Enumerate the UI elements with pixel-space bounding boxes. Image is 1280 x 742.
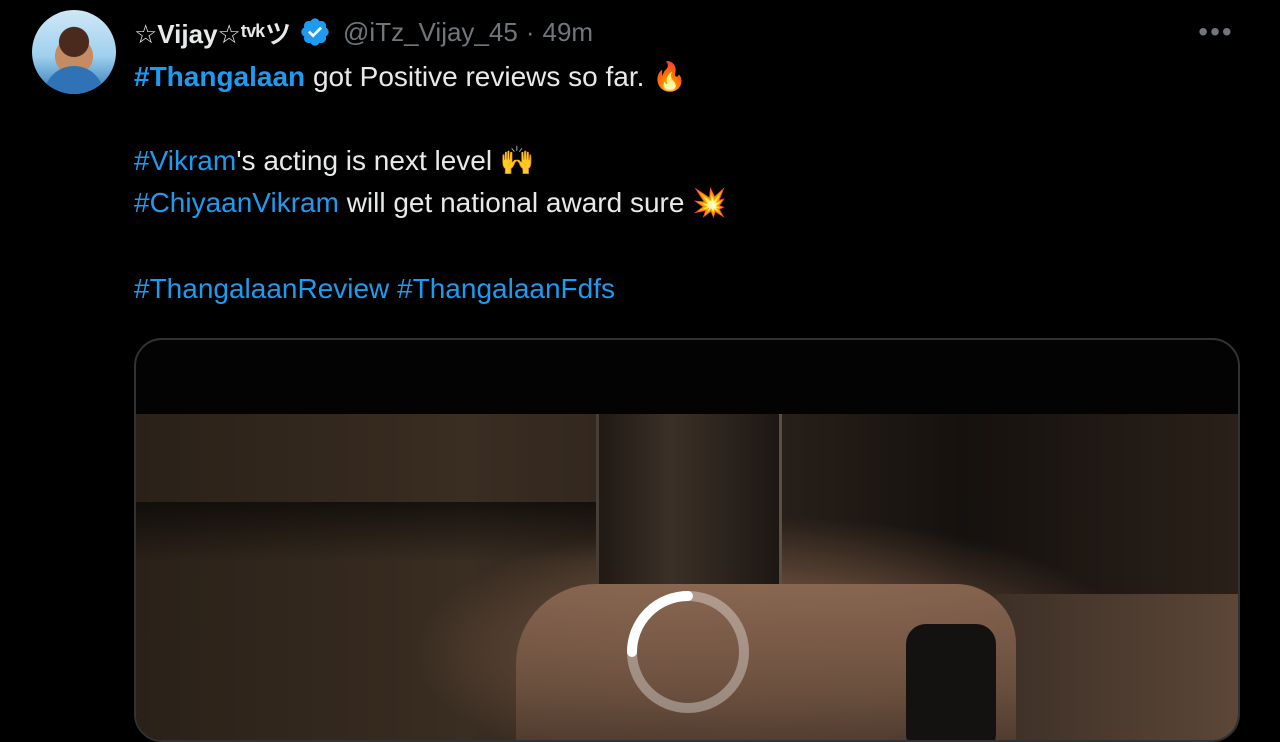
loading-spinner-icon — [627, 591, 749, 713]
collision-emoji-icon: 💥 — [692, 186, 728, 219]
line-2-text: 's acting is next level — [236, 145, 500, 176]
video-scene-glass — [596, 414, 782, 584]
hashtag-vikram[interactable]: #Vikram — [134, 145, 236, 176]
hashtag-thangalaan[interactable]: #Thangalaan — [134, 61, 305, 92]
avatar[interactable] — [32, 10, 116, 94]
video-scene-shadow — [136, 502, 656, 562]
hashtag-chiyaanvikram[interactable]: #ChiyaanVikram — [134, 187, 339, 218]
tweet-header: ☆Vijay☆ᵗᵛᵏツ @iTz_Vijay_45 · 49m — [134, 14, 593, 50]
tweet-line-1: #Thangalaan got Positive reviews so far.… — [134, 60, 687, 94]
tweet-line-4: #ThangalaanReview #ThangalaanFdfs — [134, 272, 615, 306]
raising-hands-emoji-icon: 🙌 — [499, 144, 535, 177]
timestamp[interactable]: 49m — [542, 17, 593, 48]
avatar-shirt — [44, 66, 104, 94]
line-3-text: will get national award sure — [338, 187, 693, 218]
video-player[interactable] — [134, 338, 1240, 742]
verified-badge-icon — [301, 18, 329, 46]
hashtag-thangalaanfdfs[interactable]: #ThangalaanFdfs — [397, 273, 615, 304]
line-1-text: got Positive reviews so far. — [305, 61, 653, 92]
more-horizontal-icon[interactable]: ••• — [1196, 18, 1236, 46]
tweet-line-3: #ChiyaanVikram will get national award s… — [134, 186, 727, 220]
video-scene-watch — [906, 624, 996, 740]
tweet-line-2: #Vikram's acting is next level 🙌 — [134, 144, 535, 178]
separator-dot: · — [525, 16, 535, 47]
fire-emoji-icon: 🔥 — [652, 60, 688, 93]
display-name[interactable]: ☆Vijay☆ᵗᵛᵏツ — [134, 14, 291, 51]
hashtag-thangalaanreview[interactable]: #ThangalaanReview — [134, 273, 389, 304]
user-handle[interactable]: @iTz_Vijay_45 — [343, 17, 518, 48]
